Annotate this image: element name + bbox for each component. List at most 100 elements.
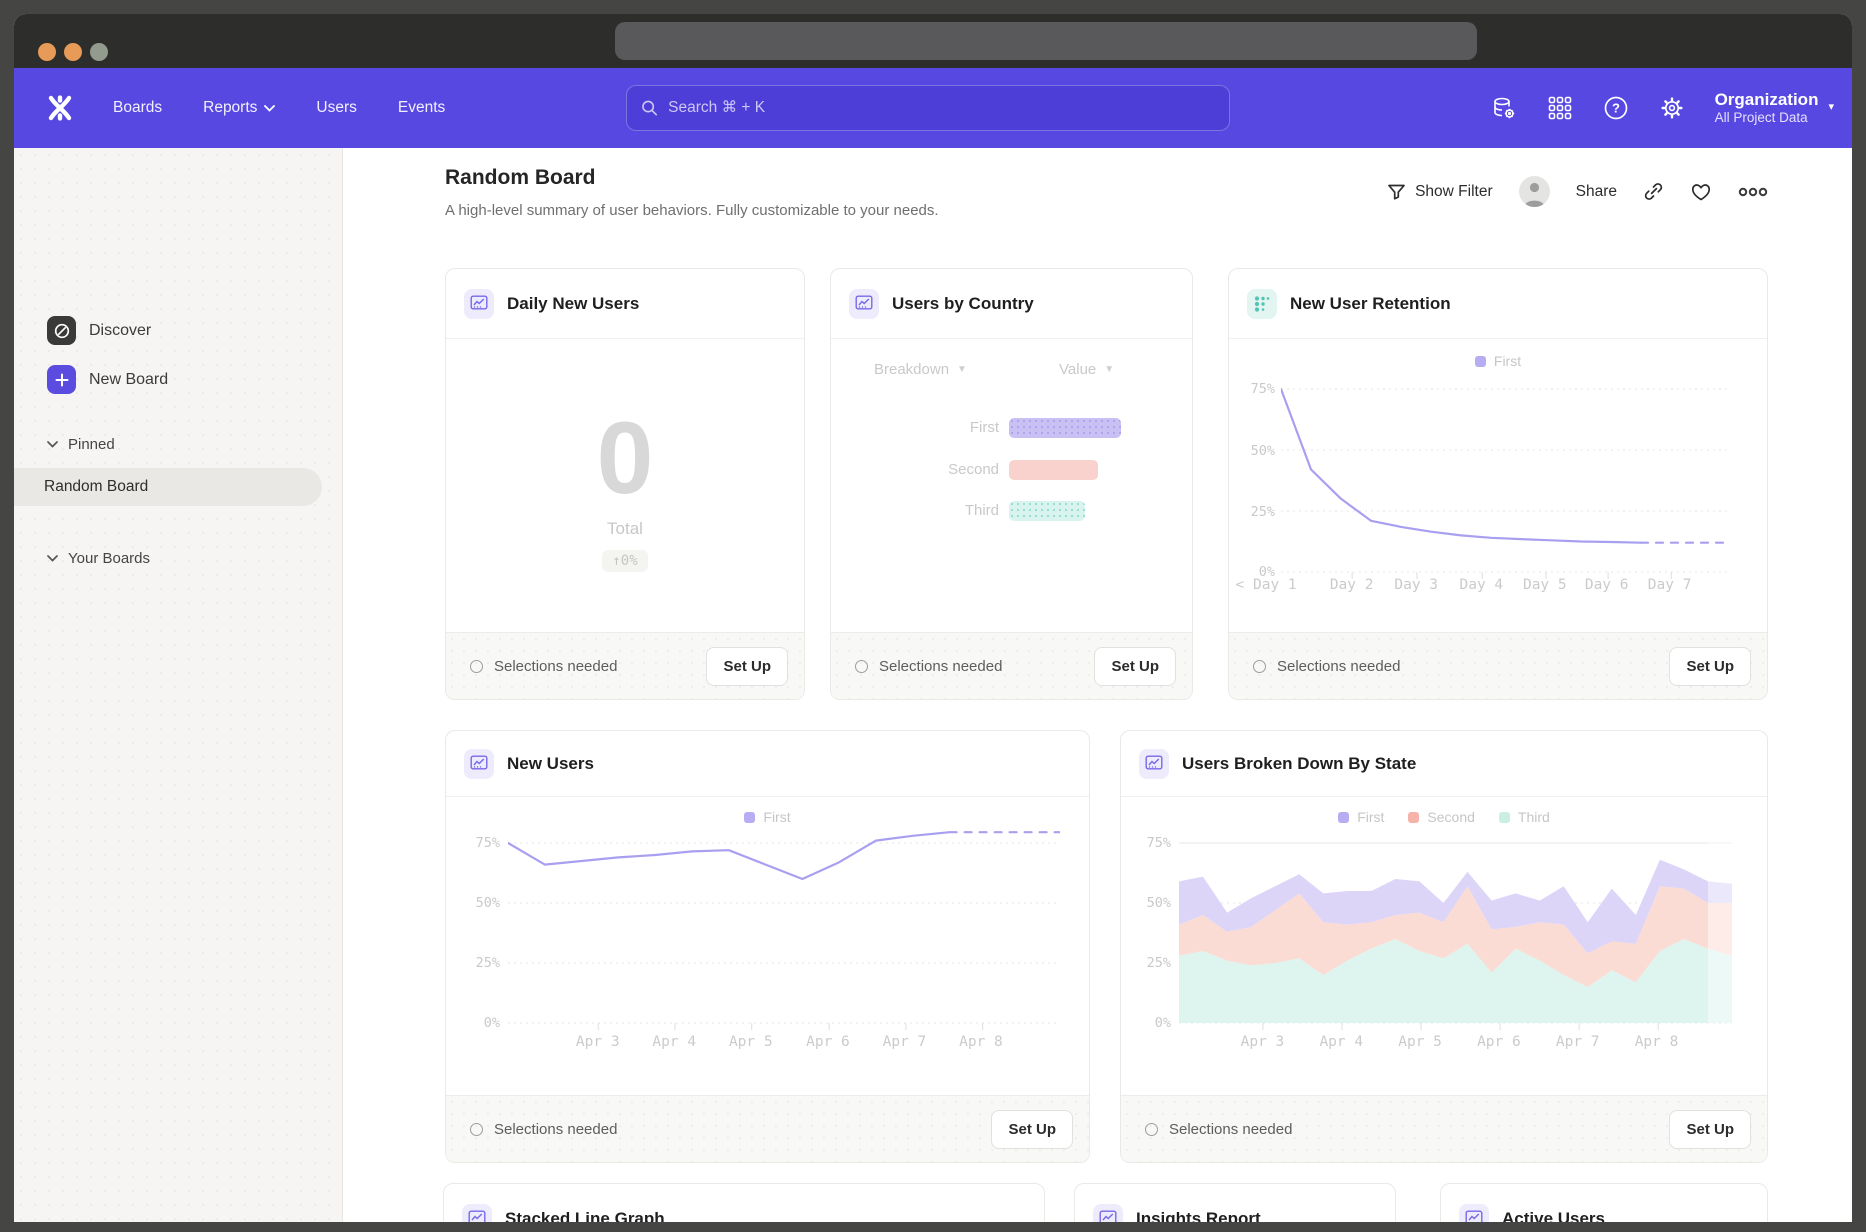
status: Selections needed — [1253, 658, 1400, 675]
sidebar-label: Random Board — [44, 478, 148, 496]
ellipsis-icon — [1738, 187, 1768, 197]
card-new-users: New Users First75%50%25%0%Apr 3Apr 4Apr … — [445, 730, 1090, 1163]
status: Selections needed — [1145, 1121, 1292, 1138]
favorite-button[interactable] — [1690, 182, 1712, 202]
dropdown-label: Value — [1059, 361, 1096, 378]
page-title: Random Board — [445, 166, 596, 190]
nav-label: Reports — [203, 99, 257, 117]
card-title: Daily New Users — [507, 294, 639, 314]
legend-swatch — [1499, 812, 1510, 823]
status-circle-icon — [470, 660, 483, 673]
window-titlebar — [14, 14, 1852, 68]
search-icon — [641, 99, 658, 117]
traffic-light-close[interactable] — [38, 43, 56, 61]
share-button[interactable]: Share — [1576, 183, 1617, 201]
address-bar[interactable] — [615, 22, 1477, 60]
y-axis-label: 50% — [1121, 895, 1171, 911]
show-filter-button[interactable]: Show Filter — [1387, 183, 1493, 201]
kpi-label: Total — [607, 519, 643, 539]
status-circle-icon — [855, 660, 868, 673]
sidebar-item-discover[interactable]: Discover — [47, 316, 151, 345]
card-header: Daily New Users — [446, 269, 804, 339]
y-axis-label: 25% — [446, 955, 500, 971]
card-new-user-retention: New User Retention First75%50%25%0%< Day… — [1228, 268, 1768, 700]
bar — [1009, 418, 1121, 438]
plus-icon — [47, 365, 76, 394]
avatar[interactable] — [1519, 176, 1550, 207]
data-management-icon[interactable] — [1491, 95, 1517, 121]
legend-label: Second — [1427, 809, 1474, 825]
section-label: Your Boards — [68, 550, 150, 567]
legend-swatch — [1338, 812, 1349, 823]
chart-legend: First — [1229, 353, 1767, 369]
set-up-button[interactable]: Set Up — [1094, 647, 1176, 686]
settings-gear-icon[interactable] — [1659, 95, 1685, 121]
search-input[interactable] — [668, 99, 1215, 117]
status-label: Selections needed — [494, 1121, 617, 1138]
traffic-light-minimize[interactable] — [64, 43, 82, 61]
svg-text:?: ? — [1612, 101, 1620, 116]
card-footer: Selections needed Set Up — [831, 632, 1192, 699]
board-controls: Show Filter Share — [1387, 176, 1768, 207]
y-axis-label: 75% — [1121, 835, 1171, 851]
line-chart-icon — [1459, 1204, 1489, 1223]
sidebar-section-pinned[interactable]: Pinned — [47, 436, 115, 453]
sidebar-item-random-board[interactable]: Random Board — [14, 468, 322, 506]
legend-item: Third — [1499, 809, 1550, 825]
card-footer: Selections needed Set Up — [1121, 1095, 1767, 1162]
traffic-light-zoom[interactable] — [90, 43, 108, 61]
plot-area — [508, 827, 1060, 1039]
nav-item-events[interactable]: Events — [398, 99, 445, 117]
line-chart-icon — [1093, 1204, 1123, 1223]
legend-item: First — [1338, 809, 1384, 825]
legend-swatch — [1475, 356, 1486, 367]
nav-item-boards[interactable]: Boards — [113, 99, 162, 117]
status-circle-icon — [1253, 660, 1266, 673]
kpi-delta-badge: ↑0% — [602, 550, 647, 572]
mixpanel-logo[interactable] — [47, 95, 73, 121]
set-up-button[interactable]: Set Up — [1669, 647, 1751, 686]
card-active-users: Active Users — [1440, 1183, 1768, 1222]
set-up-button[interactable]: Set Up — [1669, 1110, 1751, 1149]
set-up-button[interactable]: Set Up — [991, 1110, 1073, 1149]
card-insights-report: Insights Report — [1074, 1183, 1396, 1222]
chevron-down-icon: ▾ — [1828, 101, 1834, 115]
y-axis-label: 25% — [1229, 504, 1275, 520]
bar — [1009, 460, 1098, 480]
value-dropdown[interactable]: Value▼ — [1059, 361, 1114, 378]
nav-item-users[interactable]: Users — [316, 99, 356, 117]
country-row: First — [831, 418, 1192, 438]
chevron-down-icon — [47, 441, 58, 448]
sidebar-label: New Board — [89, 371, 168, 389]
sidebar-item-new-board[interactable]: New Board — [47, 365, 168, 394]
card-users-by-state: Users Broken Down By State FirstSecondTh… — [1120, 730, 1768, 1163]
chevron-down-icon — [47, 555, 58, 562]
board-content: Random Board A high-level summary of use… — [343, 148, 1852, 1222]
legend-label: First — [1357, 809, 1384, 825]
copy-link-button[interactable] — [1643, 181, 1664, 202]
nav-item-reports[interactable]: Reports — [203, 99, 275, 117]
breakdown-dropdown[interactable]: Breakdown▼ — [874, 361, 967, 378]
more-options-button[interactable] — [1738, 187, 1768, 197]
chart-legend: First Second Third — [1121, 809, 1767, 825]
sidebar-section-your-boards[interactable]: Your Boards — [47, 550, 150, 567]
link-icon — [1643, 181, 1664, 202]
set-up-button[interactable]: Set Up — [706, 647, 788, 686]
compass-icon — [47, 316, 76, 345]
help-icon[interactable]: ? — [1603, 95, 1629, 121]
org-switcher[interactable]: Organization All Project Data ▾ — [1715, 89, 1834, 127]
card-users-by-country: Users by Country Breakdown▼ Value▼ First… — [830, 268, 1193, 700]
card-title: Insights Report — [1136, 1209, 1261, 1223]
status: Selections needed — [470, 658, 617, 675]
legend-item: Second — [1408, 809, 1474, 825]
card-footer: Selections needed Set Up — [446, 632, 804, 699]
y-axis-label: 0% — [1121, 1015, 1171, 1031]
legend-label: First — [763, 809, 790, 825]
apps-grid-icon[interactable] — [1547, 95, 1573, 121]
card-daily-new-users: Daily New Users 0 Total ↑0% Selections n… — [445, 268, 805, 700]
card-title: Users by Country — [892, 294, 1034, 314]
y-axis-label: 25% — [1121, 955, 1171, 971]
bar-label: Second — [948, 461, 999, 478]
card-title: Stacked Line Graph — [505, 1209, 665, 1223]
search-box[interactable] — [626, 85, 1230, 131]
